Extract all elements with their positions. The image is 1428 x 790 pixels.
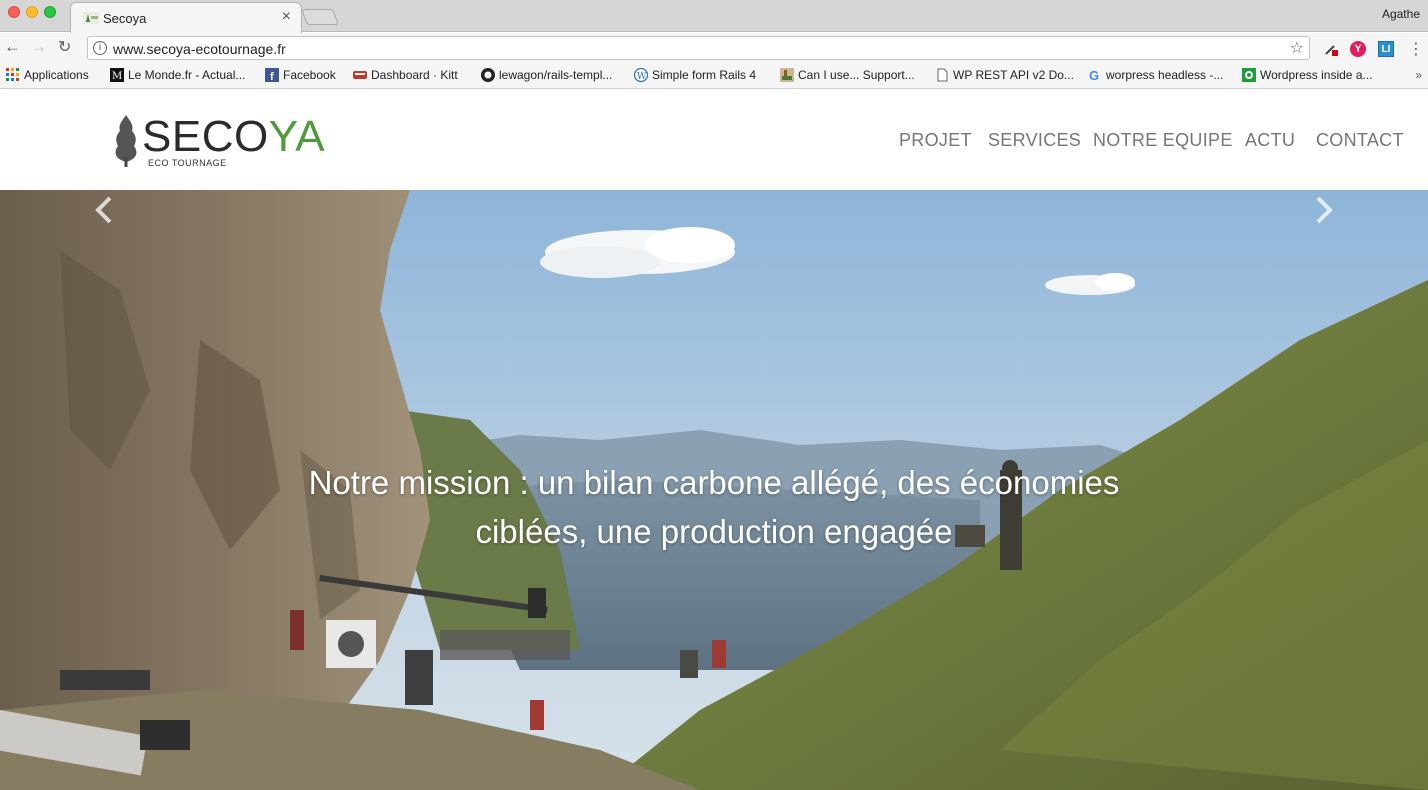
bookmark-wp-rest-api[interactable]: WP REST API v2 Do...: [935, 68, 1074, 82]
close-window-button[interactable]: [8, 6, 20, 18]
bookmark-label: Le Monde.fr - Actual...: [128, 68, 246, 82]
minimize-window-button[interactable]: [26, 6, 38, 18]
facebook-icon: f: [265, 68, 279, 82]
svg-text:G: G: [1089, 68, 1099, 82]
github-icon: [481, 68, 495, 82]
address-bar-url[interactable]: www.secoya-ecotournage.fr: [113, 41, 286, 57]
browser-toolbar: ← → ↻ i www.secoya-ecotournage.fr ☆ Y LI…: [0, 33, 1428, 63]
bookmark-wordpress-inside[interactable]: Wordpress inside a...: [1242, 68, 1373, 82]
nav-actu[interactable]: ACTU: [1245, 130, 1295, 151]
site-info-icon[interactable]: i: [93, 41, 107, 55]
tab-title: Secoya: [103, 11, 147, 26]
carousel-next-chevron-icon[interactable]: [1308, 190, 1338, 230]
maximize-window-button[interactable]: [44, 6, 56, 18]
bookmark-label: Facebook: [283, 68, 336, 82]
apps-grid-icon: [6, 68, 19, 81]
browser-menu-icon[interactable]: ⋮: [1408, 39, 1424, 59]
bookmark-simple-form[interactable]: W Simple form Rails 4: [634, 68, 756, 82]
logo-wordmark: SECOYA: [142, 115, 325, 159]
bookmark-label: Applications: [24, 68, 89, 82]
secoya-favicon-icon: [83, 12, 99, 24]
tree-logo-icon: [115, 115, 137, 167]
bookmark-le-monde[interactable]: M Le Monde.fr - Actual...: [110, 68, 245, 82]
bookmark-label: Can I use... Support...: [798, 68, 915, 82]
reload-icon[interactable]: ↻: [58, 37, 71, 57]
nav-projet[interactable]: PROJET: [899, 130, 972, 151]
bookmark-label: WP REST API v2 Do...: [953, 68, 1074, 82]
nav-services[interactable]: SERVICES: [988, 130, 1081, 151]
hero-carousel: Notre mission : un bilan carbone allégé,…: [0, 190, 1428, 790]
logo-tagline: ECO TOURNAGE: [148, 158, 227, 168]
browser-titlebar: Secoya × Agathe: [0, 0, 1428, 33]
bookmark-dashboard-kitt[interactable]: Dashboard · Kitt: [353, 68, 458, 82]
new-tab-button[interactable]: [301, 9, 339, 25]
logo-wordmark-start: SECO: [142, 112, 269, 161]
bookmark-label: Simple form Rails 4: [652, 68, 757, 82]
address-bar[interactable]: i www.secoya-ecotournage.fr ☆: [87, 36, 1310, 60]
carousel-prev-chevron-icon[interactable]: [90, 190, 120, 230]
document-icon: [937, 68, 948, 82]
bookmark-facebook[interactable]: f Facebook: [265, 68, 336, 82]
nav-notre-equipe[interactable]: NOTRE EQUIPE: [1093, 130, 1233, 151]
bookmark-lewagon[interactable]: lewagon/rails-templ...: [481, 68, 612, 82]
logo-wordmark-end: YA: [268, 112, 326, 161]
forward-arrow-icon[interactable]: →: [30, 37, 47, 57]
kitt-icon: [353, 71, 367, 79]
bookmark-label: worpress headless -...: [1106, 68, 1224, 82]
tab-close-icon[interactable]: ×: [282, 8, 291, 26]
nav-contact[interactable]: CONTACT: [1316, 130, 1404, 151]
bookmarks-overflow-icon[interactable]: »: [1415, 68, 1422, 82]
bookmarks-bar: Applications M Le Monde.fr - Actual... f…: [0, 63, 1428, 89]
wordpress-inside-icon: [1242, 68, 1256, 82]
bookmark-label: Dashboard · Kitt: [371, 68, 458, 82]
bookmark-label: lewagon/rails-templ...: [499, 68, 613, 82]
hero-caption: Notre mission : un bilan carbone allégé,…: [290, 458, 1138, 556]
bookmark-worpress-headless[interactable]: G worpress headless -...: [1088, 68, 1223, 82]
can-i-use-icon: [780, 68, 794, 82]
secoya-logo[interactable]: SECOYA ECO TOURNAGE: [112, 113, 325, 173]
profile-name[interactable]: Agathe: [1382, 7, 1420, 21]
google-icon: G: [1089, 68, 1099, 82]
hero-caption-line-1: Notre mission : un bilan carbone allégé,…: [308, 464, 1120, 501]
extension-li-icon[interactable]: LI: [1378, 41, 1394, 57]
bookmark-applications[interactable]: Applications: [6, 68, 89, 82]
bookmark-can-i-use[interactable]: Can I use... Support...: [780, 68, 915, 82]
wordpress-icon: W: [634, 68, 648, 82]
back-arrow-icon[interactable]: ←: [4, 37, 21, 57]
svg-text:M: M: [112, 71, 122, 82]
le-monde-icon: M: [110, 68, 124, 82]
svg-text:f: f: [270, 71, 274, 82]
svg-text:W: W: [637, 72, 647, 82]
hero-caption-line-2: ciblées, une production engagée: [475, 513, 953, 550]
bookmark-label: Wordpress inside a...: [1260, 68, 1373, 82]
bookmark-star-icon[interactable]: ☆: [1290, 38, 1304, 58]
extension-dropper-icon[interactable]: [1323, 41, 1339, 57]
extension-y-icon[interactable]: Y: [1350, 41, 1366, 57]
browser-tab[interactable]: Secoya ×: [70, 2, 302, 33]
